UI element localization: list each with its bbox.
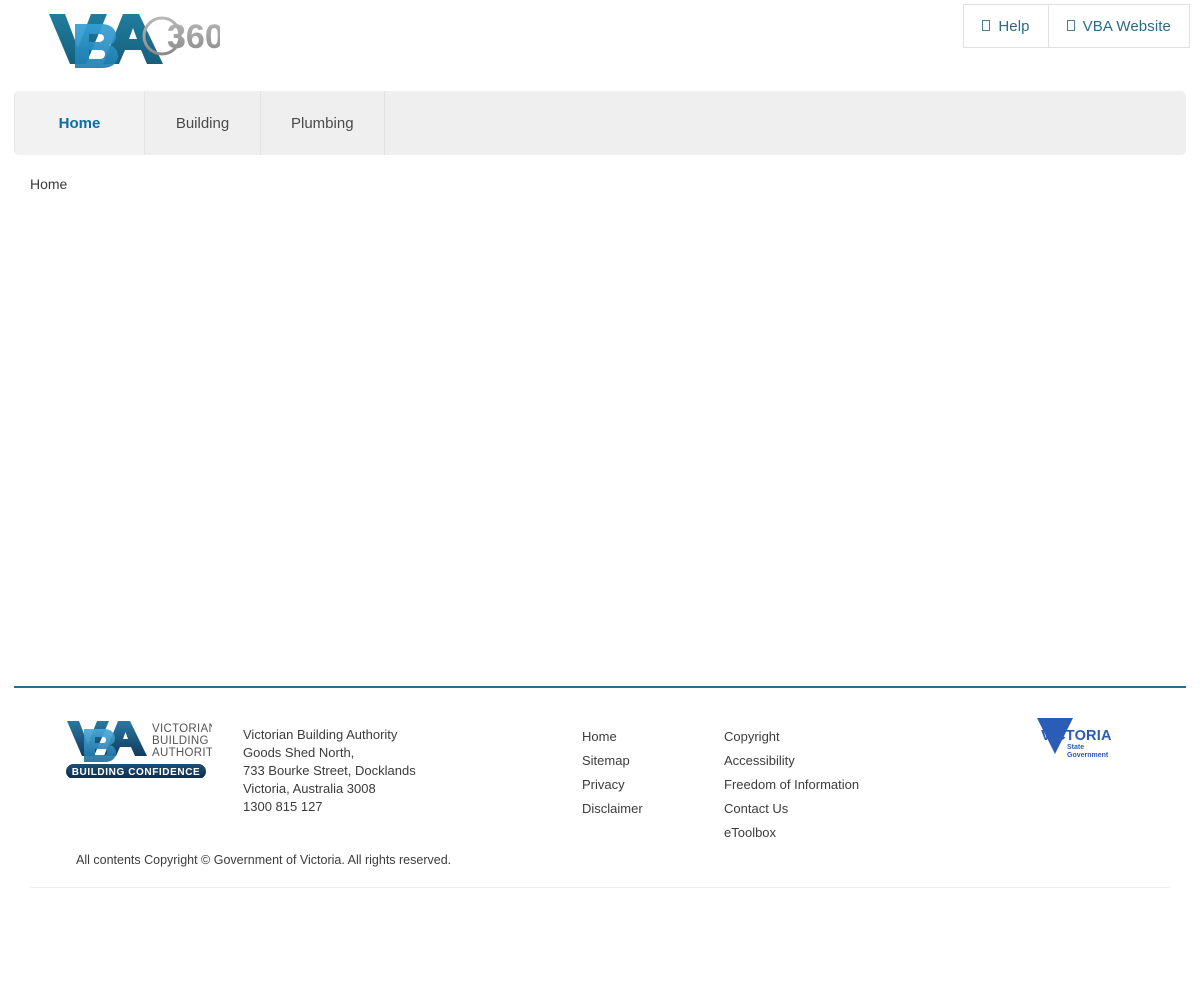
tab-plumbing-label: Plumbing: [291, 114, 354, 132]
svg-text:BUILDING: BUILDING: [152, 735, 209, 747]
tab-plumbing[interactable]: Plumbing: [261, 91, 385, 155]
vba-footer-logo: VICTORIAN BUILDING AUTHORITY BUILDING CO…: [62, 716, 221, 779]
svg-text:360: 360: [167, 18, 220, 56]
address-phone: 1300 815 127: [243, 799, 323, 814]
main-content-area: [14, 210, 1186, 670]
svg-text:Government: Government: [1067, 752, 1109, 759]
footer-bottom-divider: [30, 887, 1170, 888]
svg-text:BUILDING CONFIDENCE: BUILDING CONFIDENCE: [72, 767, 201, 778]
footer-link-sitemap[interactable]: Sitemap: [582, 749, 643, 773]
footer-address: Victorian Building Authority Goods Shed …: [243, 726, 416, 816]
victoria-state-government-logo: VICTORIA State Government: [1029, 714, 1124, 762]
copyright-notice: All contents Copyright © Government of V…: [76, 853, 452, 867]
breadcrumb: Home: [30, 176, 67, 192]
footer-link-privacy[interactable]: Privacy: [582, 773, 643, 797]
footer-link-accessibility[interactable]: Accessibility: [724, 749, 859, 773]
footer-links-column-2: Copyright Accessibility Freedom of Infor…: [724, 725, 859, 845]
help-button-label: Help: [998, 17, 1030, 35]
footer-link-freedom-of-information[interactable]: Freedom of Information: [724, 773, 859, 797]
header-utility-buttons: Help VBA Website: [963, 4, 1190, 48]
tab-building[interactable]: Building: [145, 91, 261, 155]
help-button[interactable]: Help: [963, 4, 1049, 48]
page-header: 360 Help VBA Website: [0, 0, 1200, 85]
vba-website-button[interactable]: VBA Website: [1048, 4, 1190, 48]
missing-glyph-icon: [1066, 19, 1075, 31]
svg-text:AUTHORITY: AUTHORITY: [152, 747, 212, 759]
address-line-3: 733 Bourke Street, Docklands: [243, 763, 416, 778]
footer-link-disclaimer[interactable]: Disclaimer: [582, 797, 643, 821]
footer-link-home[interactable]: Home: [582, 725, 643, 749]
nav-filler: [384, 91, 1186, 155]
missing-glyph-icon: [982, 19, 991, 31]
page-footer: VICTORIAN BUILDING AUTHORITY BUILDING CO…: [14, 686, 1186, 888]
vba360-logo[interactable]: 360: [45, 8, 220, 68]
vba-website-button-label: VBA Website: [1082, 17, 1171, 35]
address-line-2: Goods Shed North,: [243, 745, 355, 760]
footer-link-copyright[interactable]: Copyright: [724, 725, 859, 749]
address-line-4: Victoria, Australia 3008: [243, 781, 376, 796]
footer-link-etoolbox[interactable]: eToolbox: [724, 821, 859, 845]
main-navigation: Home Building Plumbing: [14, 91, 1186, 155]
breadcrumb-current: Home: [30, 176, 68, 192]
address-line-1: Victorian Building Authority: [243, 727, 398, 742]
footer-link-contact-us[interactable]: Contact Us: [724, 797, 859, 821]
footer-links-column-1: Home Sitemap Privacy Disclaimer: [582, 725, 643, 821]
svg-text:VICTORIAN: VICTORIAN: [152, 723, 212, 735]
tab-building-label: Building: [175, 114, 230, 132]
svg-text:VICTORIA: VICTORIA: [1041, 728, 1112, 744]
tab-home-label: Home: [58, 114, 101, 132]
tab-home[interactable]: Home: [14, 91, 145, 155]
svg-text:State: State: [1067, 744, 1084, 751]
